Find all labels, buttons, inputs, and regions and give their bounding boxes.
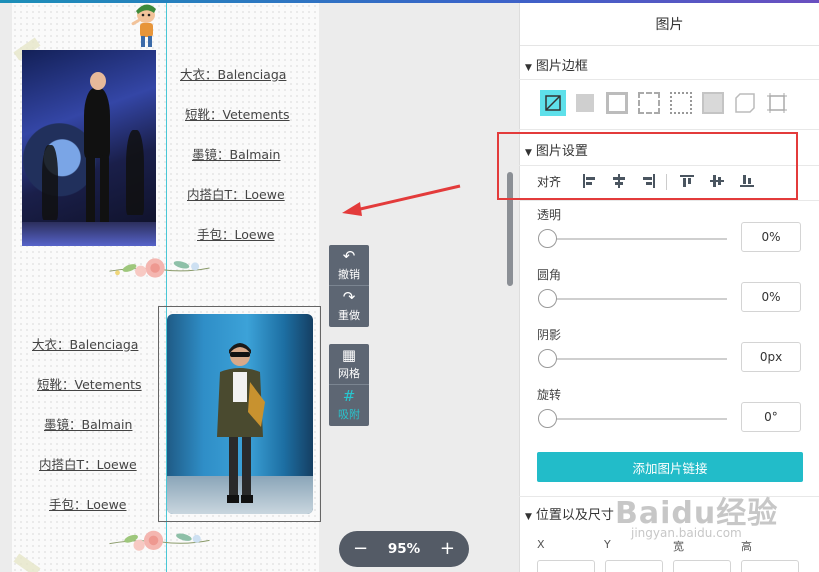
collapse-triangle-icon: ▼ [525,63,532,73]
add-image-link-button[interactable]: 添加图片链接 [537,452,803,482]
hash-icon: # [342,386,356,405]
zoom-level: 95% [387,541,421,557]
height-label: 高 [741,540,752,553]
radius-slider-track[interactable] [547,298,727,300]
zoom-control: − 95% + [339,531,469,567]
border-solid-option[interactable] [604,90,630,116]
label-tshirt[interactable]: 内搭白T：Loewe [39,454,137,473]
zoom-out-button[interactable]: − [353,540,368,558]
divider [519,200,819,201]
undo-button[interactable]: ↶ 撤销 [329,245,369,285]
street-style-photo[interactable] [167,314,313,514]
border-fill-option[interactable] [572,90,598,116]
shadow-slider-track[interactable] [547,358,727,360]
label-boots[interactable]: 短靴：Vetements [185,104,290,123]
rotate-slider-handle[interactable] [538,409,557,428]
width-label: 宽 [673,540,684,553]
redo-icon: ↷ [342,287,356,306]
annotation-highlight-box [497,132,798,200]
history-toolbar: ↶ 撤销 ↷ 重做 [329,245,369,327]
watermark-url: jingyan.baidu.com [631,526,742,540]
radius-input[interactable]: 0% [741,282,801,312]
undo-icon: ↶ [342,247,356,265]
shadow-input[interactable]: 0px [741,342,801,372]
border-section-title: 图片边框 [535,59,588,74]
label-handbag[interactable]: 手包：Loewe [49,494,127,513]
border-cut-option[interactable] [732,90,758,116]
baidu-watermark: Baidu经验 jingyan.baidu.com [615,488,778,540]
divider [519,129,819,130]
label-coat[interactable]: 大衣：Balenciaga [180,64,286,83]
grid-label: 网格 [338,367,360,380]
collapse-triangle-icon: ▼ [525,512,532,522]
divider [519,79,819,80]
grid-icon: ▦ [341,346,357,364]
no-border-icon [545,95,561,111]
opacity-slider-handle[interactable] [538,229,557,248]
annotation-arrow [342,184,461,216]
solid-border-icon [606,92,628,114]
undo-label: 撤销 [338,268,360,281]
double-border-icon [702,92,724,114]
border-double-option[interactable] [700,90,726,116]
y-input[interactable] [605,560,663,572]
dotted-border-icon [670,92,692,114]
radius-slider-handle[interactable] [538,289,557,308]
flower-decoration[interactable] [92,526,227,558]
border-corner-option[interactable] [636,90,662,116]
rotate-slider-track[interactable] [547,418,727,420]
x-input[interactable] [537,560,595,572]
border-section-header[interactable]: ▼ 图片边框 [519,55,819,74]
x-label: X [537,538,545,551]
snap-button[interactable]: # 吸附 [329,384,369,424]
zoom-in-button[interactable]: + [440,540,455,558]
radius-label: 圆角 [537,268,562,282]
rotate-label: 旋转 [537,388,562,402]
shadow-slider-handle[interactable] [538,349,557,368]
label-tshirt[interactable]: 内搭白T：Loewe [187,184,285,203]
redo-button[interactable]: ↷ 重做 [329,285,369,325]
y-label: Y [604,538,611,551]
snap-label: 吸附 [338,407,360,421]
border-none-option[interactable] [540,90,566,116]
border-crop-option[interactable] [764,90,790,116]
label-sunglasses[interactable]: 墨镜：Balmain [192,144,280,163]
height-input[interactable] [741,560,799,572]
flower-decoration[interactable] [92,252,227,284]
grid-button[interactable]: ▦ 网格 [329,344,369,384]
label-coat[interactable]: 大衣：Balenciaga [32,334,138,353]
opacity-label: 透明 [537,208,562,222]
filled-square-icon [576,94,594,112]
mascot-sticker[interactable] [128,3,162,51]
view-toolbar: ▦ 网格 # 吸附 [329,344,369,426]
opacity-slider-track[interactable] [547,238,727,240]
cut-corner-icon [735,93,755,113]
concert-photo[interactable] [22,50,156,246]
rotate-input[interactable]: 0° [741,402,801,432]
panel-title: 图片 [520,3,819,46]
label-boots[interactable]: 短靴：Vetements [37,374,142,393]
crop-border-icon [767,93,787,113]
label-sunglasses[interactable]: 墨镜：Balmain [44,414,132,433]
shadow-label: 阴影 [537,328,562,342]
label-handbag[interactable]: 手包：Loewe [197,224,275,243]
dashed-border-icon [638,92,660,114]
opacity-input[interactable]: 0% [741,222,801,252]
border-dotted-option[interactable] [668,90,694,116]
position-section-title: 位置以及尺寸 [535,508,614,523]
width-input[interactable] [673,560,731,572]
redo-label: 重做 [338,308,360,322]
